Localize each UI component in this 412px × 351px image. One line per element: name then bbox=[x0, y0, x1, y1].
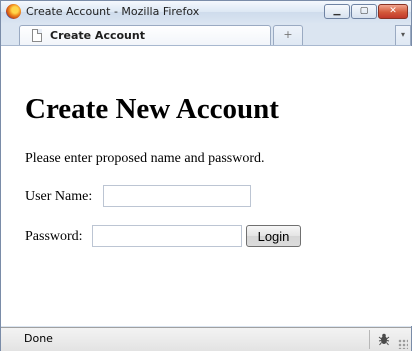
browser-window: Create Account - Mozilla Firefox ▁ ▢ ✕ C… bbox=[0, 0, 412, 351]
password-input[interactable] bbox=[92, 225, 242, 247]
resize-grip[interactable] bbox=[398, 339, 408, 349]
minimize-button[interactable]: ▁ bbox=[324, 4, 350, 19]
page-icon bbox=[32, 29, 42, 42]
new-tab-button[interactable]: + bbox=[273, 25, 303, 45]
status-bar: Done bbox=[1, 327, 411, 351]
bug-icon[interactable] bbox=[376, 331, 392, 347]
username-label: User Name: bbox=[25, 189, 93, 204]
tab-label: Create Account bbox=[50, 29, 145, 42]
firefox-icon bbox=[6, 4, 21, 19]
page-title: Create New Account bbox=[25, 93, 279, 125]
username-input[interactable] bbox=[103, 185, 251, 207]
title-bar[interactable]: Create Account - Mozilla Firefox ▁ ▢ ✕ bbox=[1, 1, 411, 23]
close-button[interactable]: ✕ bbox=[378, 4, 408, 19]
status-divider bbox=[369, 330, 370, 349]
password-label: Password: bbox=[25, 229, 83, 244]
maximize-button[interactable]: ▢ bbox=[351, 4, 377, 19]
window-title: Create Account - Mozilla Firefox bbox=[26, 5, 200, 18]
status-text: Done bbox=[24, 332, 53, 345]
login-button[interactable]: Login bbox=[246, 225, 301, 247]
tab-create-account[interactable]: Create Account bbox=[19, 25, 271, 45]
intro-text: Please enter proposed name and password. bbox=[25, 151, 265, 166]
tab-list-button[interactable]: ▾ bbox=[395, 25, 411, 45]
tab-bar: Create Account + ▾ bbox=[1, 23, 411, 46]
